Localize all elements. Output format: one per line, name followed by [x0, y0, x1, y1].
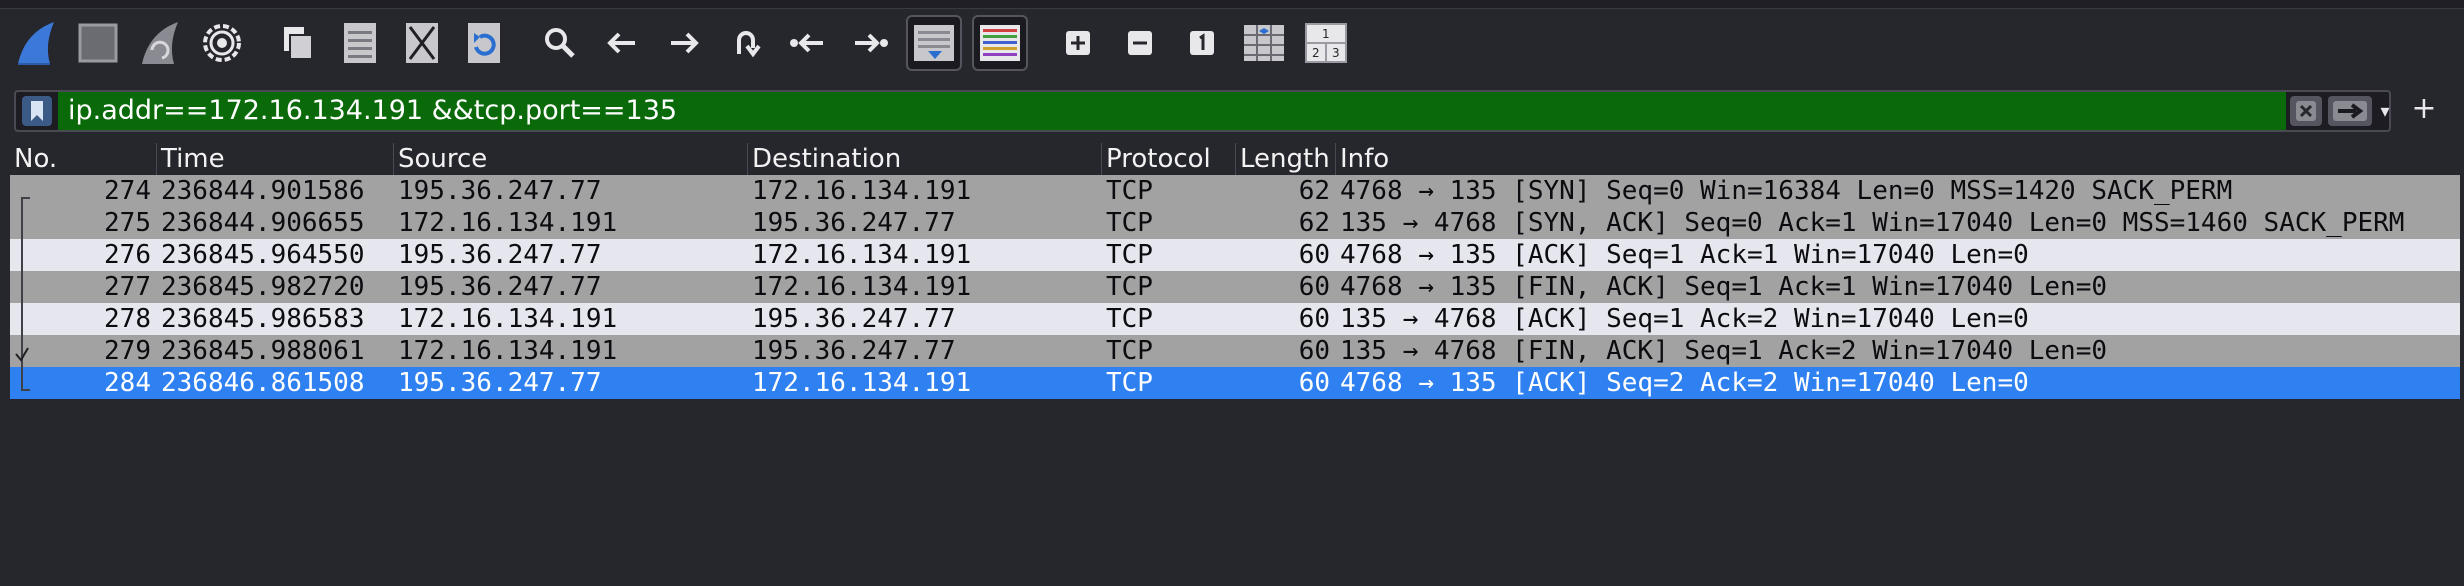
resize-columns-icon[interactable] — [1238, 17, 1290, 69]
window-top-border — [0, 0, 2464, 9]
layout-panes-icon[interactable]: 123 — [1300, 17, 1352, 69]
packet-row[interactable]: 277 236845.982720 195.36.247.77 172.16.1… — [10, 271, 2460, 303]
cell-protocol: TCP — [1106, 240, 1153, 270]
cell-protocol: TCP — [1106, 208, 1153, 238]
cell-time: 236844.901586 — [161, 176, 365, 206]
reload-file-icon[interactable] — [458, 17, 510, 69]
cell-protocol: TCP — [1106, 176, 1153, 206]
cell-no: 276 — [104, 240, 151, 270]
cell-destination: 172.16.134.191 — [752, 368, 972, 398]
auto-scroll-icon[interactable] — [906, 15, 962, 71]
packet-list-header: No. Time Source Destination Protocol Len… — [10, 143, 2460, 175]
cell-protocol: TCP — [1106, 336, 1153, 366]
cell-length: 62 — [1298, 208, 1330, 238]
cell-length: 62 — [1298, 176, 1330, 206]
column-header-length[interactable]: Length — [1236, 143, 1336, 175]
cell-length: 60 — [1298, 336, 1330, 366]
cell-no: 274 — [104, 176, 151, 206]
svg-text:1: 1 — [1322, 27, 1330, 41]
cell-no: 279 — [104, 336, 151, 366]
cell-no: 275 — [104, 208, 151, 238]
packet-row[interactable]: 276 236845.964550 195.36.247.77 172.16.1… — [10, 239, 2460, 271]
apply-filter-arrow-icon[interactable] — [2328, 96, 2372, 126]
colorize-icon[interactable] — [972, 15, 1028, 71]
stop-capture-square-icon[interactable] — [72, 17, 124, 69]
column-header-info[interactable]: Info — [1336, 143, 2460, 175]
cell-length: 60 — [1298, 240, 1330, 270]
column-header-protocol[interactable]: Protocol — [1102, 143, 1236, 175]
cell-source: 195.36.247.77 — [398, 272, 602, 302]
cell-destination: 195.36.247.77 — [752, 304, 956, 334]
main-toolbar: 123 — [10, 14, 1362, 72]
svg-text:2: 2 — [1312, 46, 1320, 60]
clear-filter-icon[interactable] — [2290, 96, 2322, 126]
cell-destination: 172.16.134.191 — [752, 240, 972, 270]
last-packet-icon[interactable] — [844, 17, 896, 69]
cell-length: 60 — [1298, 304, 1330, 334]
cell-protocol: TCP — [1106, 304, 1153, 334]
cell-source: 195.36.247.77 — [398, 368, 602, 398]
cell-time: 236845.964550 — [161, 240, 365, 270]
cell-no: 277 — [104, 272, 151, 302]
normal-size-icon[interactable] — [1176, 17, 1228, 69]
cell-info: 135 → 4768 [FIN, ACK] Seq=1 Ack=2 Win=17… — [1340, 336, 2108, 366]
column-header-time[interactable]: Time — [157, 143, 394, 175]
cell-info: 135 → 4768 [SYN, ACK] Seq=0 Ack=1 Win=17… — [1340, 208, 2405, 238]
save-file-icon[interactable] — [334, 17, 386, 69]
cell-info: 4768 → 135 [SYN] Seq=0 Win=16384 Len=0 M… — [1340, 176, 2233, 206]
cell-time: 236845.986583 — [161, 304, 365, 334]
cell-source: 172.16.134.191 — [398, 336, 618, 366]
packet-row-selected[interactable]: 284 236846.861508 195.36.247.77 172.16.1… — [10, 367, 2460, 399]
filter-history-dropdown-icon[interactable]: ▾ — [2372, 96, 2398, 126]
cell-time: 236845.988061 — [161, 336, 365, 366]
cell-no: 278 — [104, 304, 151, 334]
cell-destination: 195.36.247.77 — [752, 208, 956, 238]
packet-list: No. Time Source Destination Protocol Len… — [10, 143, 2460, 399]
capture-options-gear-icon[interactable] — [196, 17, 248, 69]
cell-source: 195.36.247.77 — [398, 176, 602, 206]
add-filter-button-plus-icon[interactable]: + — [2404, 92, 2444, 126]
go-forward-arrow-icon[interactable] — [658, 17, 710, 69]
cell-info: 4768 → 135 [FIN, ACK] Seq=1 Ack=1 Win=17… — [1340, 272, 2108, 302]
svg-text:3: 3 — [1332, 46, 1340, 60]
packet-row[interactable]: 275 236844.906655 172.16.134.191 195.36.… — [10, 207, 2460, 239]
go-to-packet-icon[interactable] — [720, 17, 772, 69]
filter-bookmark-icon[interactable] — [22, 96, 52, 126]
cell-source: 172.16.134.191 — [398, 304, 618, 334]
cell-protocol: TCP — [1106, 272, 1153, 302]
display-filter-input[interactable] — [58, 92, 2286, 130]
packet-row[interactable]: 274 236844.901586 195.36.247.77 172.16.1… — [10, 175, 2460, 207]
column-header-destination[interactable]: Destination — [748, 143, 1102, 175]
find-packet-magnifier-icon[interactable] — [534, 17, 586, 69]
cell-info: 4768 → 135 [ACK] Seq=2 Ack=2 Win=17040 L… — [1340, 368, 2029, 398]
cell-length: 60 — [1298, 368, 1330, 398]
restart-capture-fin-icon[interactable] — [134, 17, 186, 69]
close-file-icon[interactable] — [396, 17, 448, 69]
cell-length: 60 — [1298, 272, 1330, 302]
zoom-out-icon[interactable] — [1114, 17, 1166, 69]
open-file-icon[interactable] — [272, 17, 324, 69]
cell-source: 195.36.247.77 — [398, 240, 602, 270]
packet-row[interactable]: 279 236845.988061 172.16.134.191 195.36.… — [10, 335, 2460, 367]
cell-info: 4768 → 135 [ACK] Seq=1 Ack=1 Win=17040 L… — [1340, 240, 2029, 270]
go-back-arrow-icon[interactable] — [596, 17, 648, 69]
zoom-in-icon[interactable] — [1052, 17, 1104, 69]
first-packet-icon[interactable] — [782, 17, 834, 69]
cell-source: 172.16.134.191 — [398, 208, 618, 238]
cell-protocol: TCP — [1106, 368, 1153, 398]
column-header-source[interactable]: Source — [394, 143, 748, 175]
cell-destination: 195.36.247.77 — [752, 336, 956, 366]
cell-time: 236846.861508 — [161, 368, 365, 398]
column-header-no[interactable]: No. — [10, 143, 157, 175]
cell-destination: 172.16.134.191 — [752, 272, 972, 302]
cell-time: 236845.982720 — [161, 272, 365, 302]
cell-info: 135 → 4768 [ACK] Seq=1 Ack=2 Win=17040 L… — [1340, 304, 2029, 334]
start-capture-shark-fin-icon[interactable] — [10, 17, 62, 69]
display-filter-bar: ▾ — [14, 90, 2391, 132]
cell-destination: 172.16.134.191 — [752, 176, 972, 206]
packet-row[interactable]: 278 236845.986583 172.16.134.191 195.36.… — [10, 303, 2460, 335]
cell-no: 284 — [104, 368, 151, 398]
cell-time: 236844.906655 — [161, 208, 365, 238]
